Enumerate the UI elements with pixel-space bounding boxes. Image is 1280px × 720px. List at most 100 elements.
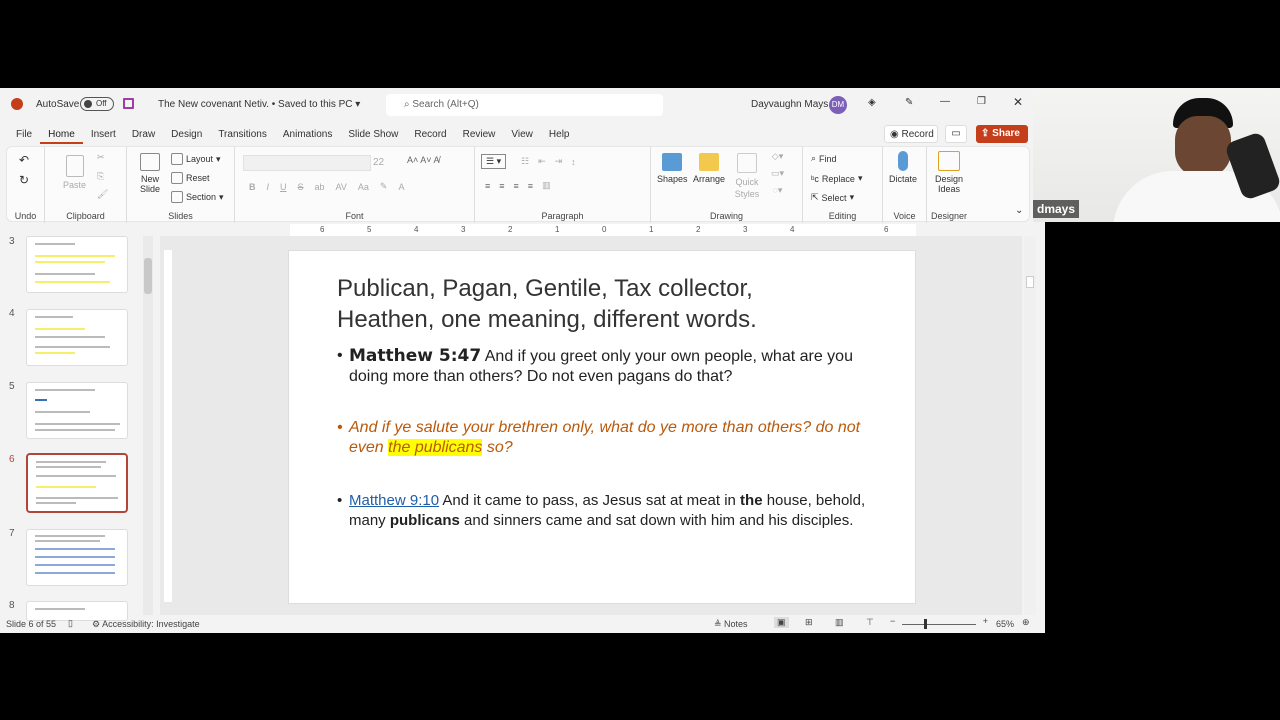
slide-thumbnail-5[interactable] — [26, 382, 128, 439]
horizontal-ruler: 6 5 4 3 2 1 0 1 2 3 4 6 — [290, 224, 916, 236]
font-format-buttons[interactable]: B I U Sab AV Aa ✎ A — [249, 181, 404, 192]
verse-link[interactable]: Matthew 9:10 — [349, 492, 439, 509]
format-painter-icon[interactable]: 🖌 — [97, 189, 108, 200]
list-controls[interactable]: ☷ ⇤ ⇥ ↕ — [521, 156, 576, 167]
new-slide-button[interactable]: New Slide — [135, 153, 165, 194]
webcam-name-label: dmays — [1033, 200, 1080, 218]
slide-thumbnail-4[interactable] — [26, 309, 128, 366]
designer-group: Design Ideas Designer — [927, 147, 971, 223]
tab-draw[interactable]: Draw — [124, 126, 163, 144]
ruler-tick-label: 2 — [696, 225, 701, 234]
thumbnail-scrollbar[interactable] — [143, 236, 153, 615]
slide-sorter-button[interactable]: ⊞ — [805, 617, 813, 628]
find-label: Find — [819, 153, 837, 164]
fill-outline-effects[interactable]: ◇▾ ▭▾ ◌▾ — [771, 151, 784, 196]
reset-button[interactable]: Reset — [171, 172, 210, 184]
bullet-matthew-5-47[interactable]: • Matthew 5:47 And if you greet only your… — [337, 346, 877, 387]
alignment-buttons[interactable]: ≡ ≡ ≡ ≡ ▥ — [485, 180, 551, 191]
document-title[interactable]: The New covenant Netiv. • Saved to this … — [158, 99, 360, 110]
slide-thumbnail-3[interactable] — [26, 236, 128, 293]
shapes-button[interactable]: Shapes — [657, 153, 688, 184]
slide-thumbnail-6[interactable] — [26, 453, 128, 513]
tab-home[interactable]: Home — [40, 126, 83, 144]
layout-button[interactable]: Layout ▾ — [171, 153, 221, 165]
close-button[interactable]: ✕ — [1013, 95, 1023, 109]
autosave-toggle[interactable]: Off — [80, 97, 114, 111]
minimize-button[interactable]: — — [940, 96, 950, 107]
slideshow-button[interactable]: ⊤ — [866, 617, 874, 628]
avatar[interactable]: DM — [829, 96, 847, 114]
tab-insert[interactable]: Insert — [83, 126, 124, 144]
tab-file[interactable]: File — [0, 126, 40, 144]
spelling-icon[interactable]: ▯ — [68, 618, 73, 629]
paragraph-group-label: Paragraph — [541, 211, 584, 221]
record-button[interactable]: ◉ Record — [884, 125, 938, 143]
undo-button[interactable]: ↶ — [19, 153, 29, 167]
pen-icon[interactable]: ✎ — [905, 97, 913, 108]
comments-button[interactable]: ▭ — [945, 125, 967, 143]
zoom-level[interactable]: 65% — [996, 619, 1014, 629]
slide[interactable]: Publican, Pagan, Gentile, Tax collector,… — [288, 250, 916, 604]
fit-slide-icon[interactable]: ⊕ — [1022, 617, 1030, 628]
bullets-button[interactable]: ☰ ▾ — [481, 154, 507, 169]
vertical-scrollbar[interactable] — [1024, 236, 1036, 615]
clipboard-group-label: Clipboard — [66, 211, 105, 221]
section-button[interactable]: Section ▾ — [171, 191, 224, 203]
ruler-tick-label: 1 — [555, 225, 560, 234]
design-ideas-label: Design Ideas — [934, 174, 963, 194]
search-box[interactable]: ⌕ Search (Alt+Q) — [386, 94, 663, 116]
select-button[interactable]: ⇱ Select ▾ — [811, 192, 854, 203]
tab-help[interactable]: Help — [541, 126, 578, 144]
paste-button[interactable]: Paste — [63, 155, 86, 190]
search-icon: ⌕ — [811, 153, 817, 163]
tab-transitions[interactable]: Transitions — [210, 126, 275, 144]
collapse-ribbon-icon[interactable]: ⌄ — [1015, 205, 1023, 216]
tab-design[interactable]: Design — [163, 126, 210, 144]
tab-slide-show[interactable]: Slide Show — [340, 126, 406, 144]
share-button[interactable]: ⇪ Share — [976, 125, 1028, 143]
diamond-icon[interactable]: ◈ — [868, 97, 876, 108]
tab-review[interactable]: Review — [455, 126, 504, 144]
bullet-kjv-quote[interactable]: • And if ye salute your brethren only, wh… — [337, 418, 877, 458]
reset-label: Reset — [186, 173, 210, 183]
bullet-matthew-9-10[interactable]: • Matthew 9:10 And it came to pass, as Je… — [337, 491, 877, 531]
tab-record[interactable]: Record — [406, 126, 454, 144]
notes-button[interactable]: ≜ Notes — [714, 619, 748, 630]
normal-view-button[interactable]: ▣ — [774, 617, 789, 628]
font-size-input[interactable]: 22 — [373, 157, 384, 168]
title-bar: AutoSave Off The New covenant Netiv. • S… — [0, 88, 1045, 120]
design-ideas-button[interactable]: Design Ideas — [931, 151, 967, 194]
paragraph-group: ☰ ▾ ☷ ⇤ ⇥ ↕ ≡ ≡ ≡ ≡ ▥ Paragraph — [475, 147, 651, 223]
dictate-button[interactable]: Dictate — [889, 151, 917, 184]
cut-icon[interactable]: ✂ — [97, 152, 105, 163]
font-size-controls[interactable]: A˄ A˅ A̸ — [407, 155, 440, 165]
tab-view[interactable]: View — [503, 126, 541, 144]
accessibility-label: Accessibility: Investigate — [102, 619, 200, 629]
copy-icon[interactable]: ⎘ — [97, 171, 104, 182]
restore-button[interactable]: ❐ — [977, 96, 986, 107]
slide-thumbnail-7[interactable] — [26, 529, 128, 586]
font-name-input[interactable] — [243, 155, 371, 171]
share-label: Share — [992, 128, 1020, 139]
dictate-label: Dictate — [889, 174, 918, 184]
accessibility-button[interactable]: ⚙ Accessibility: Investigate — [92, 619, 200, 630]
slide-number: 8 — [9, 600, 15, 611]
slide-title[interactable]: Publican, Pagan, Gentile, Tax collector,… — [337, 273, 817, 335]
arrange-button[interactable]: Arrange — [693, 153, 725, 184]
save-icon[interactable] — [123, 98, 134, 109]
ruler-tick-label: 4 — [790, 225, 795, 234]
user-name[interactable]: Dayvaughn Mays — [751, 99, 828, 110]
powerpoint-window: AutoSave Off The New covenant Netiv. • S… — [0, 88, 1045, 633]
bold-word: the — [740, 492, 763, 509]
layout-label: Layout — [186, 154, 214, 164]
ruler-tick-label: 3 — [461, 225, 466, 234]
tab-animations[interactable]: Animations — [275, 126, 340, 144]
find-button[interactable]: ⌕ Find — [811, 153, 837, 164]
quick-styles-button[interactable]: Quick Styles — [733, 153, 761, 200]
reading-view-button[interactable]: ▥ — [835, 617, 844, 628]
designer-group-label: Designer — [930, 211, 968, 221]
redo-button[interactable]: ↻ — [19, 173, 29, 187]
slide-number: 7 — [9, 528, 15, 539]
zoom-slider[interactable]: − + — [890, 616, 988, 630]
replace-button[interactable]: ᵇc Replace ▾ — [811, 173, 862, 184]
